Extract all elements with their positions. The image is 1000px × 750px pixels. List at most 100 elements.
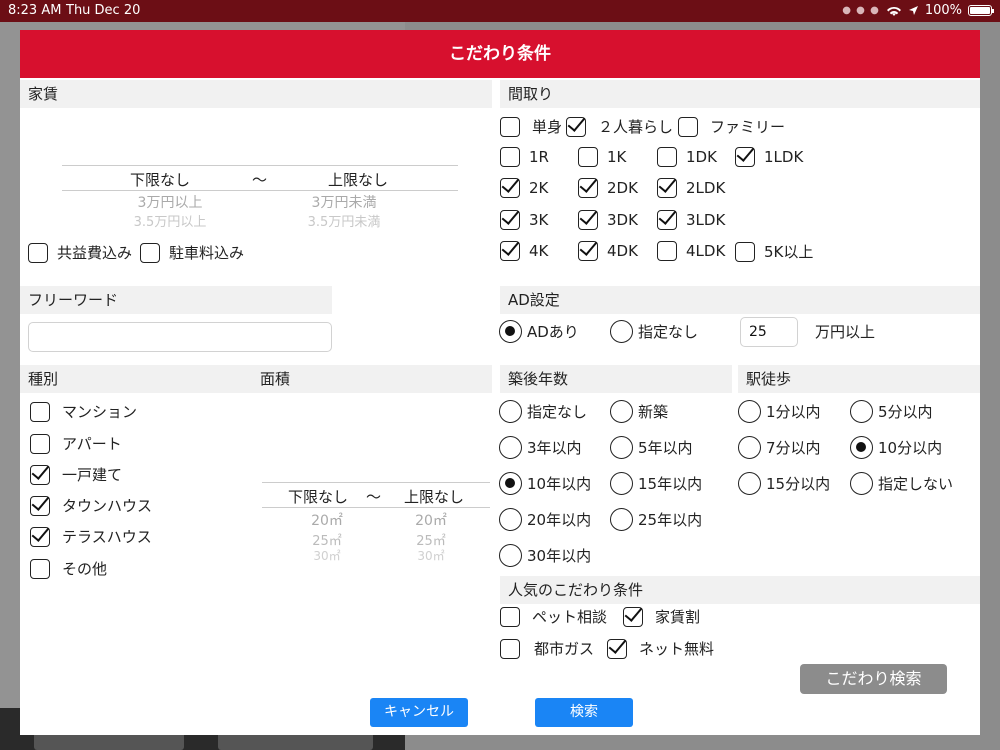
checkbox[interactable] xyxy=(30,495,50,516)
rent-include-common-fee[interactable]: 共益費込み xyxy=(28,242,132,263)
rent-min-option[interactable]: 3.5万円以上 xyxy=(110,211,230,230)
checkbox[interactable] xyxy=(578,210,598,230)
radio[interactable] xyxy=(499,400,522,423)
age-option[interactable]: 30年以内 xyxy=(499,544,591,567)
checkbox[interactable] xyxy=(735,241,755,262)
checkbox[interactable] xyxy=(623,606,643,627)
age-option[interactable]: 10年以内 xyxy=(499,472,591,495)
checkbox[interactable] xyxy=(500,241,520,261)
layout-option[interactable]: 4K xyxy=(500,241,548,261)
walk-option[interactable]: 7分以内 xyxy=(738,436,821,459)
popular-free-internet[interactable]: ネット無料 xyxy=(607,638,714,659)
layout-option[interactable]: 1R xyxy=(500,147,549,167)
rent-min-option[interactable]: 3万円以上 xyxy=(110,192,230,212)
radio[interactable] xyxy=(850,472,873,495)
checkbox[interactable] xyxy=(657,147,677,167)
checkbox[interactable] xyxy=(500,178,520,198)
checkbox[interactable] xyxy=(678,116,698,137)
radio[interactable] xyxy=(738,472,761,495)
layout-option[interactable]: 3K xyxy=(500,210,548,230)
radio[interactable] xyxy=(738,436,761,459)
walk-option[interactable]: 5分以内 xyxy=(850,400,933,423)
free-word-input[interactable] xyxy=(28,322,332,352)
age-option[interactable]: 15年以内 xyxy=(610,472,702,495)
type-option[interactable]: タウンハウス xyxy=(30,495,152,516)
type-option[interactable]: テラスハウス xyxy=(30,526,152,547)
checkbox[interactable] xyxy=(30,464,50,485)
popular-city-gas[interactable]: 都市ガス xyxy=(500,638,594,659)
checkbox[interactable] xyxy=(578,241,598,261)
radio[interactable] xyxy=(850,400,873,423)
layout-option[interactable]: 4LDK xyxy=(657,241,725,261)
kodawari-search-button[interactable]: こだわり検索 xyxy=(800,664,947,694)
radio[interactable] xyxy=(499,320,522,343)
age-option[interactable]: 3年以内 xyxy=(499,436,582,459)
radio[interactable] xyxy=(738,400,761,423)
radio[interactable] xyxy=(610,508,633,531)
layout-option[interactable]: 2K xyxy=(500,178,548,198)
ad-option-yes[interactable]: ADあり xyxy=(499,320,579,343)
layout-option[interactable]: 1LDK xyxy=(735,147,803,167)
radio[interactable] xyxy=(610,400,633,423)
layout-option[interactable]: 1DK xyxy=(657,147,717,167)
radio[interactable] xyxy=(499,472,522,495)
checkbox[interactable] xyxy=(30,526,50,547)
layout-option[interactable]: 2DK xyxy=(578,178,638,198)
type-option[interactable]: マンション xyxy=(30,401,137,422)
checkbox[interactable] xyxy=(735,147,755,167)
checkbox[interactable] xyxy=(607,638,627,659)
age-option[interactable]: 20年以内 xyxy=(499,508,591,531)
checkbox[interactable] xyxy=(28,242,48,263)
radio[interactable] xyxy=(610,436,633,459)
ad-option-none[interactable]: 指定なし xyxy=(610,320,698,343)
radio[interactable] xyxy=(610,472,633,495)
age-option[interactable]: 新築 xyxy=(610,400,668,423)
rent-include-parking[interactable]: 駐車料込み xyxy=(140,242,244,263)
radio[interactable] xyxy=(499,436,522,459)
layout-option[interactable]: 4DK xyxy=(578,241,638,261)
checkbox[interactable] xyxy=(500,147,520,167)
age-option[interactable]: 25年以内 xyxy=(610,508,702,531)
checkbox[interactable] xyxy=(500,638,520,659)
area-max-option[interactable]: 30㎡ xyxy=(386,547,476,564)
walk-option[interactable]: 15分以内 xyxy=(738,472,830,495)
layout-option[interactable]: 3DK xyxy=(578,210,638,230)
radio[interactable] xyxy=(499,508,522,531)
checkbox[interactable] xyxy=(500,606,520,627)
rent-max-option[interactable]: 3.5万円未満 xyxy=(284,211,404,230)
radio[interactable] xyxy=(850,436,873,459)
checkbox[interactable] xyxy=(30,558,50,579)
rent-picker[interactable]: 下限なし 〜 上限なし 3万円以上 3.5万円以上 3万円未満 3.5万円未満 xyxy=(62,138,458,238)
layout-option[interactable]: 1K xyxy=(578,147,626,167)
checkbox[interactable] xyxy=(657,241,677,261)
walk-option[interactable]: 1分以内 xyxy=(738,400,821,423)
walk-option[interactable]: 指定しない xyxy=(850,472,953,495)
layout-option[interactable]: 2LDK xyxy=(657,178,725,198)
cancel-button[interactable]: キャンセル xyxy=(370,698,468,727)
type-option[interactable]: その他 xyxy=(30,558,107,579)
radio[interactable] xyxy=(610,320,633,343)
area-max-option[interactable]: 20㎡ xyxy=(386,510,476,530)
layout-option[interactable]: ２人暮らし xyxy=(566,116,673,137)
checkbox[interactable] xyxy=(657,178,677,198)
age-option[interactable]: 指定なし xyxy=(499,400,587,423)
checkbox[interactable] xyxy=(578,178,598,198)
layout-option[interactable]: 3LDK xyxy=(657,210,725,230)
popular-pet[interactable]: ペット相談 xyxy=(500,606,607,627)
area-picker[interactable]: 下限なし 〜 上限なし 20㎡ 25㎡ 30㎡ 20㎡ 25㎡ 30㎡ xyxy=(262,482,490,572)
radio[interactable] xyxy=(499,544,522,567)
checkbox[interactable] xyxy=(578,147,598,167)
area-min-option[interactable]: 30㎡ xyxy=(282,547,372,564)
ad-amount-input[interactable]: 25 xyxy=(740,317,798,347)
checkbox[interactable] xyxy=(30,401,50,422)
walk-option[interactable]: 10分以内 xyxy=(850,436,942,459)
type-option[interactable]: 一戸建て xyxy=(30,464,122,485)
age-option[interactable]: 5年以内 xyxy=(610,436,693,459)
checkbox[interactable] xyxy=(657,210,677,230)
checkbox[interactable] xyxy=(500,210,520,230)
checkbox[interactable] xyxy=(30,433,50,454)
type-option[interactable]: アパート xyxy=(30,433,122,454)
search-button[interactable]: 検索 xyxy=(535,698,633,727)
rent-max-option[interactable]: 3万円未満 xyxy=(284,192,404,212)
layout-option[interactable]: ファミリー xyxy=(678,116,785,137)
